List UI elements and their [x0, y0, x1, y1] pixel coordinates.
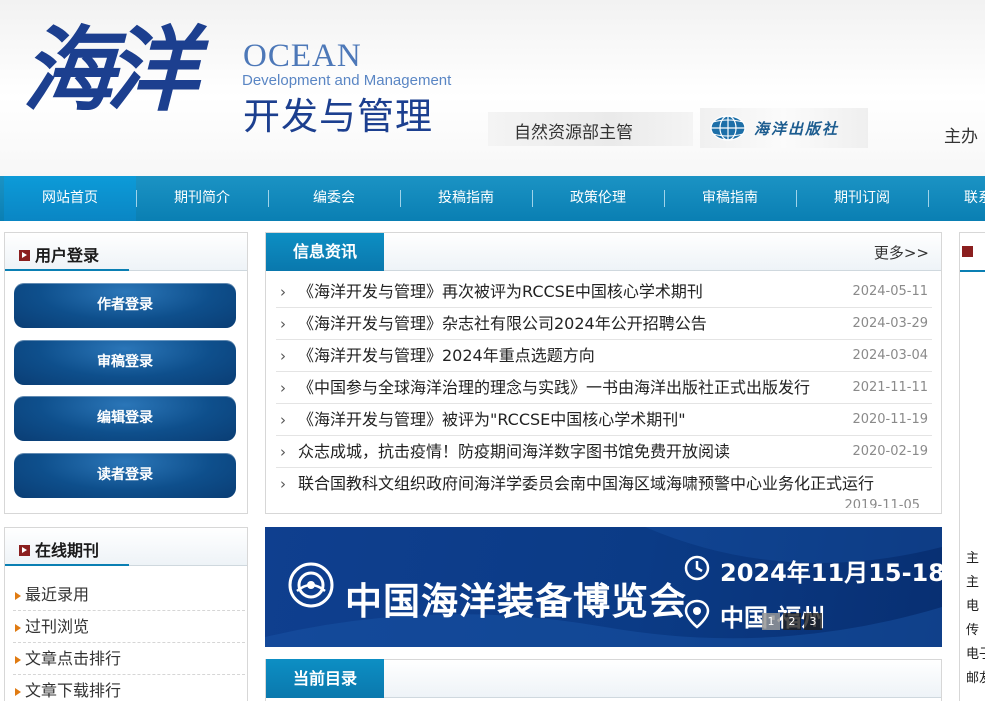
login-panel: 用户登录 作者登录 审稿登录 编辑登录 读者登录	[4, 232, 248, 514]
editor-login-button[interactable]: 编辑登录	[14, 396, 236, 441]
news-date: 2020-02-19	[852, 444, 928, 459]
news-item[interactable]: › 《海洋开发与管理》被评为"RCCSE中国核心学术期刊" 2020-11-19	[276, 404, 932, 436]
banner-title: 中国海洋装备博览会	[345, 580, 687, 623]
toc-panel-header: 当前目录	[266, 659, 941, 698]
carousel-dot[interactable]: 1	[762, 613, 780, 630]
banner-date: 2024年11月15-18日	[720, 559, 942, 587]
news-item[interactable]: › 众志成城，抗击疫情！防疫期间海洋数字图书馆免费开放阅读 2020-02-19	[276, 436, 932, 468]
info-label: 传	[966, 623, 980, 638]
arrow-bullet-icon	[19, 545, 30, 556]
news-item[interactable]: › 《海洋开发与管理》2024年重点选题方向 2024-03-04	[276, 340, 932, 372]
nav-home[interactable]: 网站首页	[4, 176, 136, 221]
login-title: 用户登录	[19, 242, 99, 266]
login-title-text: 用户登录	[35, 246, 100, 265]
nav-submission-guide[interactable]: 投稿指南	[400, 176, 532, 221]
news-title[interactable]: 《海洋开发与管理》杂志社有限公司2024年公开招聘公告	[298, 308, 707, 339]
news-item[interactable]: › 《海洋开发与管理》杂志社有限公司2024年公开招聘公告 2024-03-29	[276, 308, 932, 340]
news-panel: 信息资讯 更多>> › 《海洋开发与管理》再次被评为RCCSE中国核心学术期刊 …	[265, 232, 942, 514]
news-item[interactable]: › 联合国教科文组织政府间海洋学委员会南中国海区域海啸预警中心业务化正式运行 2…	[276, 468, 932, 508]
author-login-button[interactable]: 作者登录	[14, 283, 236, 328]
carousel-dot[interactable]: 3	[804, 613, 822, 630]
chevron-right-icon: ›	[280, 315, 286, 333]
news-date: 2021-11-11	[852, 380, 928, 395]
nav-subscribe[interactable]: 期刊订阅	[796, 176, 928, 221]
chevron-right-icon: ›	[280, 283, 286, 301]
arrow-bullet-icon	[962, 246, 973, 257]
logo-english: OCEAN	[243, 38, 362, 74]
info-label: 主	[966, 575, 980, 590]
info-label: 主	[966, 551, 980, 566]
logo-chinese[interactable]: 海洋	[22, 24, 198, 116]
header-underline	[960, 270, 985, 272]
news-title[interactable]: 《海洋开发与管理》再次被评为RCCSE中国核心学术期刊	[298, 276, 703, 307]
sponsor-label: 主办	[944, 127, 978, 147]
supervisor-label: 自然资源部主管	[488, 112, 693, 146]
news-panel-header: 信息资讯 更多>>	[266, 233, 941, 271]
news-title[interactable]: 《海洋开发与管理》被评为"RCCSE中国核心学术期刊"	[298, 404, 686, 435]
reviewer-login-button[interactable]: 审稿登录	[14, 340, 236, 385]
right-info-panel: 主 主 电 传 电子 邮友	[959, 232, 985, 701]
news-date: 2024-05-11	[852, 284, 928, 299]
publisher-name: 海洋出版社	[754, 120, 840, 138]
nav-ethics[interactable]: 政策伦理	[532, 176, 664, 221]
news-tab[interactable]: 信息资讯	[266, 233, 384, 271]
site-header: 海洋 OCEAN Development and Management 开发与管…	[0, 0, 985, 176]
nav-editorial-board[interactable]: 编委会	[268, 176, 400, 221]
reader-login-button[interactable]: 读者登录	[14, 453, 236, 498]
clock-icon	[684, 555, 710, 581]
past-issues-link[interactable]: 过刊浏览	[13, 611, 245, 643]
online-panel-header: 在线期刊	[5, 528, 247, 566]
news-date: 2020-11-19	[852, 412, 928, 427]
carousel-dot[interactable]: 2	[783, 613, 801, 630]
logo-chinese-subtitle: 开发与管理	[243, 95, 433, 138]
news-title[interactable]: 众志成城，抗击疫情！防疫期间海洋数字图书馆免费开放阅读	[298, 436, 730, 467]
toc-tab[interactable]: 当前目录	[266, 659, 384, 698]
login-panel-header: 用户登录	[5, 233, 247, 271]
info-label: 电	[966, 599, 980, 614]
info-label: 邮友	[966, 671, 985, 686]
arrow-bullet-icon	[19, 250, 30, 261]
online-title-text: 在线期刊	[35, 541, 100, 560]
logo-english-subtitle: Development and Management	[242, 72, 452, 89]
publisher-logo[interactable]: 海洋出版社	[700, 108, 868, 148]
expo-banner[interactable]: 中国海洋装备博览会 2024年11月15-18日 中国·福州 1 2 3	[265, 527, 942, 647]
news-item[interactable]: › 《中国参与全球海洋治理的理念与实践》一书由海洋出版社正式出版发行 2021-…	[276, 372, 932, 404]
recent-accepted-link[interactable]: 最近录用	[13, 579, 245, 611]
header-underline	[5, 269, 129, 271]
click-ranking-link[interactable]: 文章点击排行	[13, 643, 245, 675]
news-item[interactable]: › 《海洋开发与管理》再次被评为RCCSE中国核心学术期刊 2024-05-11	[276, 276, 932, 308]
news-date: 2019-11-05	[844, 498, 920, 508]
chevron-right-icon: ›	[280, 443, 286, 461]
more-news-link[interactable]: 更多>>	[874, 242, 929, 263]
chevron-right-icon: ›	[280, 411, 286, 429]
header-underline	[5, 564, 129, 566]
online-journal-panel: 在线期刊 最近录用 过刊浏览 文章点击排行 文章下载排行	[4, 527, 248, 701]
nav-review-guide[interactable]: 审稿指南	[664, 176, 796, 221]
online-title: 在线期刊	[19, 537, 99, 561]
chevron-right-icon: ›	[280, 347, 286, 365]
news-title[interactable]: 《海洋开发与管理》2024年重点选题方向	[298, 340, 595, 371]
globe-icon	[710, 115, 746, 141]
current-issue-panel: 当前目录	[265, 659, 942, 701]
download-ranking-link[interactable]: 文章下载排行	[13, 675, 245, 701]
info-label: 电子	[966, 647, 985, 662]
news-date: 2024-03-29	[852, 316, 928, 331]
chevron-right-icon: ›	[280, 379, 286, 397]
news-title[interactable]: 《中国参与全球海洋治理的理念与实践》一书由海洋出版社正式出版发行	[298, 372, 810, 403]
expo-emblem-icon	[288, 562, 334, 608]
news-title[interactable]: 联合国教科文组织政府间海洋学委员会南中国海区域海啸预警中心业务化正式运行	[298, 468, 874, 500]
chevron-right-icon: ›	[280, 475, 286, 493]
main-nav: 网站首页 期刊简介 编委会 投稿指南 政策伦理 审稿指南 期刊订阅 联系我们	[0, 176, 985, 221]
nav-contact[interactable]: 联系我们	[928, 176, 985, 221]
nav-about[interactable]: 期刊简介	[136, 176, 268, 221]
news-date: 2024-03-04	[852, 348, 928, 363]
location-pin-icon	[684, 599, 710, 629]
